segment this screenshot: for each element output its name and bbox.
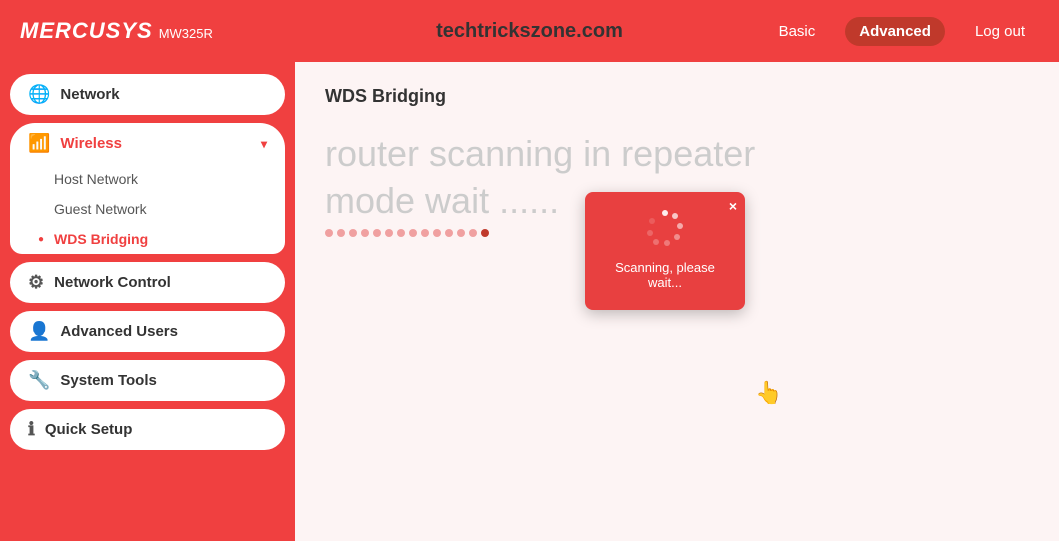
logo-area: MERCUSYS MW325R — [20, 18, 213, 44]
nav-buttons: Basic Advanced Log out — [765, 17, 1039, 46]
scan-modal: × Scanning, please wait... — [585, 192, 745, 310]
dot-5 — [373, 229, 381, 237]
sidebar-item-wireless[interactable]: 📶 Wireless ▾ — [10, 123, 285, 164]
wireless-submenu: Host Network Guest Network WDS Bridging — [10, 164, 285, 254]
header: MERCUSYS MW325R techtrickszone.com Basic… — [0, 0, 1059, 62]
dot-4 — [361, 229, 369, 237]
dot-6 — [385, 229, 393, 237]
network-control-label: Network Control — [54, 274, 171, 291]
basic-nav-button[interactable]: Basic — [765, 17, 830, 46]
dot-12 — [457, 229, 465, 237]
system-tools-label: System Tools — [60, 372, 156, 389]
network-label: Network — [60, 86, 119, 103]
dot-10 — [433, 229, 441, 237]
dot-2 — [337, 229, 345, 237]
globe-icon: 🌐 — [28, 84, 50, 105]
sidebar-item-system-tools[interactable]: 🔧 System Tools — [10, 360, 285, 401]
cursor: 👆 — [755, 380, 782, 406]
logout-button[interactable]: Log out — [961, 17, 1039, 46]
info-icon: ℹ — [28, 419, 35, 440]
dot-7 — [397, 229, 405, 237]
quick-setup-label: Quick Setup — [45, 421, 133, 438]
wds-bridging-item[interactable]: WDS Bridging — [10, 224, 285, 254]
dot-14 — [481, 229, 489, 237]
logo-model: MW325R — [159, 26, 213, 41]
dot-11 — [445, 229, 453, 237]
sidebar-item-advanced-users[interactable]: 👤 Advanced Users — [10, 311, 285, 352]
spinner — [645, 208, 685, 248]
dot-8 — [409, 229, 417, 237]
sidebar-item-network[interactable]: 🌐 Network — [10, 74, 285, 115]
user-icon: 👤 — [28, 321, 50, 342]
modal-scanning-label: Scanning, please wait... — [597, 260, 733, 290]
advanced-users-label: Advanced Users — [60, 323, 178, 340]
sidebar: 🌐 Network 📶 Wireless ▾ Host Network Gues… — [0, 62, 295, 541]
dot-9 — [421, 229, 429, 237]
wireless-label: Wireless — [60, 135, 122, 152]
advanced-nav-button[interactable]: Advanced — [845, 17, 945, 46]
guest-network-item[interactable]: Guest Network — [10, 194, 285, 224]
main-layout: 🌐 Network 📶 Wireless ▾ Host Network Gues… — [0, 62, 1059, 541]
sliders-icon: ⚙ — [28, 272, 44, 293]
page-title: WDS Bridging — [325, 86, 1029, 107]
tools-icon: 🔧 — [28, 370, 50, 391]
dot-13 — [469, 229, 477, 237]
sidebar-item-network-control[interactable]: ⚙ Network Control — [10, 262, 285, 303]
logo-mercusys: MERCUSYS — [20, 18, 153, 44]
watermark: techtrickszone.com — [436, 20, 623, 43]
dot-3 — [349, 229, 357, 237]
chevron-down-icon: ▾ — [261, 137, 267, 151]
content-area: WDS Bridging router scanning in repeater… — [295, 62, 1059, 541]
host-network-item[interactable]: Host Network — [10, 164, 285, 194]
sidebar-item-quick-setup[interactable]: ℹ Quick Setup — [10, 409, 285, 450]
wifi-icon: 📶 — [28, 133, 50, 154]
modal-close-button[interactable]: × — [729, 198, 737, 214]
dot-1 — [325, 229, 333, 237]
